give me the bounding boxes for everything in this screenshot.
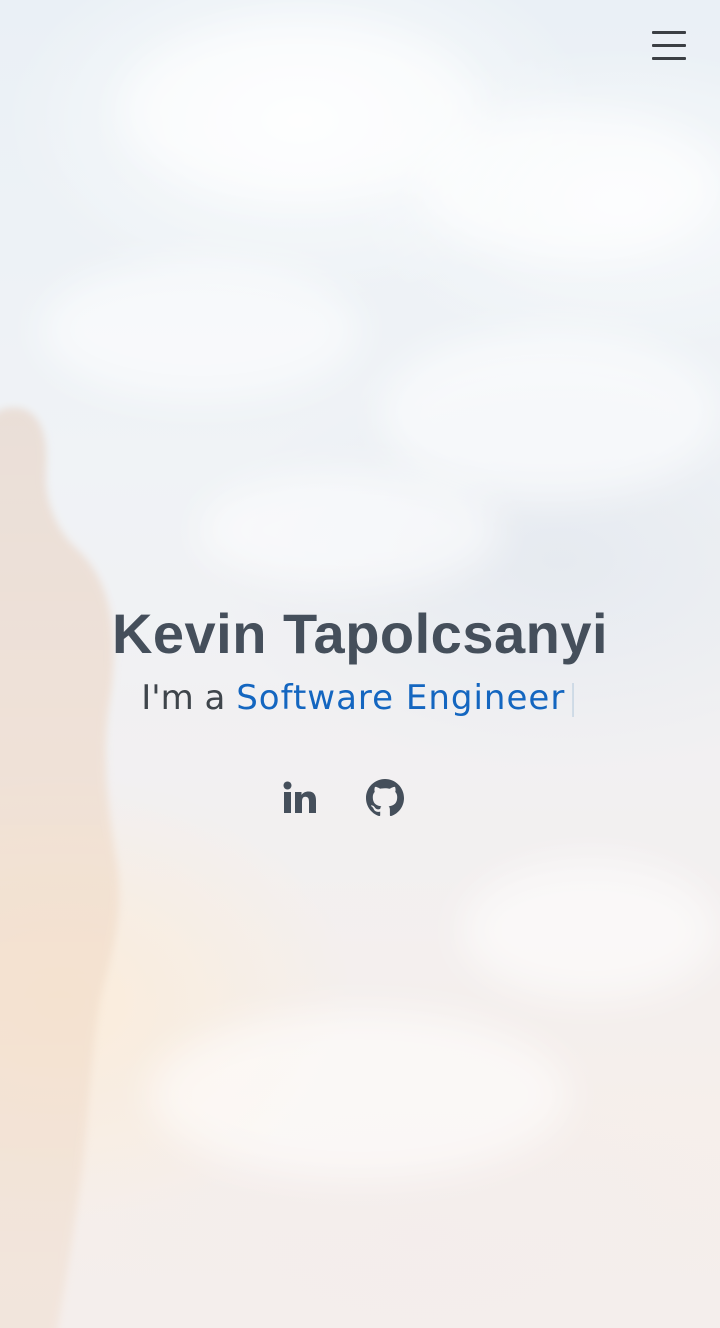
github-icon: [366, 779, 404, 817]
github-link[interactable]: [363, 776, 407, 820]
linkedin-icon: [283, 781, 316, 813]
page-title: Kevin Tapolcsanyi: [111, 602, 609, 665]
social-links: [0, 776, 720, 820]
tagline: I'm a Software Engineer|: [0, 674, 720, 722]
hero-content: Kevin Tapolcsanyi I'm a Software Enginee…: [0, 598, 720, 722]
linkedin-link[interactable]: [278, 776, 322, 820]
typing-cursor: |: [567, 678, 579, 718]
tagline-typed-role: Software Engineer: [236, 678, 566, 718]
tagline-prefix: I'm a: [141, 678, 226, 718]
menu-button[interactable]: [650, 28, 688, 62]
